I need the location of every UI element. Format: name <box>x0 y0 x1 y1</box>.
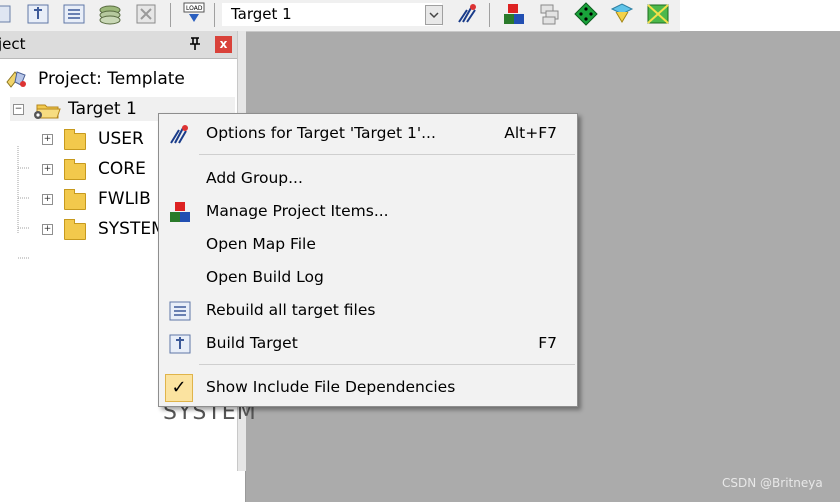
menu-item-shortcut: Alt+F7 <box>504 124 557 142</box>
menu-separator <box>199 364 575 365</box>
toolbar-separator <box>489 3 490 27</box>
stop-build-icon[interactable] <box>134 2 158 26</box>
group-label: FWLIB <box>98 189 151 209</box>
group-label: USER <box>98 129 144 149</box>
menu-item-rebuild-all[interactable]: Rebuild all target files <box>159 295 577 325</box>
menu-item-build-target[interactable]: Build Target F7 <box>159 328 577 358</box>
context-menu: Options for Target 'Target 1'... Alt+F7 … <box>158 113 578 407</box>
toolbar: LOAD Target 1 <box>0 0 680 32</box>
download-icon[interactable]: LOAD <box>182 2 206 26</box>
menu-item-manage-project-items[interactable]: Manage Project Items... <box>159 196 577 226</box>
project-panel-header: ject x <box>0 31 240 59</box>
folder-icon <box>64 219 86 240</box>
menu-item-open-map-file[interactable]: Open Map File <box>159 229 577 259</box>
menu-item-label: Build Target <box>206 334 298 352</box>
checkmark-icon: ✓ <box>165 374 193 402</box>
menu-item-label: Options for Target 'Target 1'... <box>206 124 436 142</box>
target-label: Target 1 <box>68 99 137 119</box>
pack-installer-icon[interactable] <box>610 2 634 26</box>
batch-build-icon[interactable] <box>98 2 122 26</box>
target-select-value: Target 1 <box>231 5 292 23</box>
menu-item-options-for-target[interactable]: Options for Target 'Target 1'... Alt+F7 <box>159 118 577 148</box>
expand-icon[interactable]: + <box>42 134 53 145</box>
target-select[interactable]: Target 1 <box>222 3 443 26</box>
target-options-icon <box>169 123 191 145</box>
menu-item-add-group[interactable]: Add Group... <box>159 163 577 193</box>
menu-item-label: Open Build Log <box>206 268 324 286</box>
menu-separator <box>199 154 575 155</box>
group-label: SYSTEM <box>98 219 166 239</box>
expand-icon[interactable]: + <box>42 194 53 205</box>
folder-icon <box>64 129 86 150</box>
close-icon: x <box>219 37 228 51</box>
tree-group-fwlib[interactable]: + FWLIB <box>42 187 162 211</box>
group-label: CORE <box>98 159 146 179</box>
close-panel-button[interactable]: x <box>215 36 232 53</box>
project-panel-title: ject <box>0 35 26 53</box>
tree-group-core[interactable]: + CORE <box>42 157 162 181</box>
chevron-down-icon[interactable] <box>425 5 443 25</box>
build-icon <box>169 333 191 355</box>
menu-item-shortcut: F7 <box>538 334 557 352</box>
menu-item-label: Rebuild all target files <box>206 301 376 319</box>
manage-project-items-icon[interactable] <box>502 2 526 26</box>
project-label: Project: Template <box>38 69 185 89</box>
svg-text:LOAD: LOAD <box>186 5 203 12</box>
watermark: CSDN @Britneya <box>722 476 823 490</box>
toolbar-empty-area <box>680 0 840 31</box>
software-packs-icon[interactable] <box>646 2 670 26</box>
project-icon <box>4 68 30 95</box>
rebuild-icon[interactable] <box>62 2 86 26</box>
collapse-icon[interactable]: − <box>13 104 24 115</box>
rebuild-icon <box>169 300 191 322</box>
menu-item-label: Manage Project Items... <box>206 202 389 220</box>
target-folder-icon <box>32 99 62 126</box>
target-options-icon[interactable] <box>455 2 479 26</box>
menu-item-label: Open Map File <box>206 235 316 253</box>
toolbar-separator <box>214 3 215 27</box>
tree-group-user[interactable]: + USER <box>42 127 162 151</box>
tree-project-root[interactable]: Project: Template <box>4 67 234 91</box>
expand-icon[interactable]: + <box>42 224 53 235</box>
menu-item-show-include-deps[interactable]: ✓ Show Include File Dependencies <box>159 372 577 402</box>
menu-item-open-build-log[interactable]: Open Build Log <box>159 262 577 292</box>
menu-item-label: Add Group... <box>206 169 303 187</box>
pin-icon[interactable] <box>189 36 201 54</box>
manage-run-time-icon[interactable] <box>574 2 598 26</box>
folder-icon <box>64 189 86 210</box>
expand-icon[interactable]: + <box>42 164 53 175</box>
select-packs-icon[interactable] <box>538 2 562 26</box>
build-icon[interactable] <box>26 2 50 26</box>
folder-icon <box>64 159 86 180</box>
toolbar-separator <box>170 3 171 27</box>
translate-icon[interactable] <box>0 2 16 26</box>
tree-group-system[interactable]: + SYSTEM <box>42 217 166 241</box>
menu-item-label: Show Include File Dependencies <box>206 378 456 396</box>
manage-project-items-icon <box>169 201 191 223</box>
